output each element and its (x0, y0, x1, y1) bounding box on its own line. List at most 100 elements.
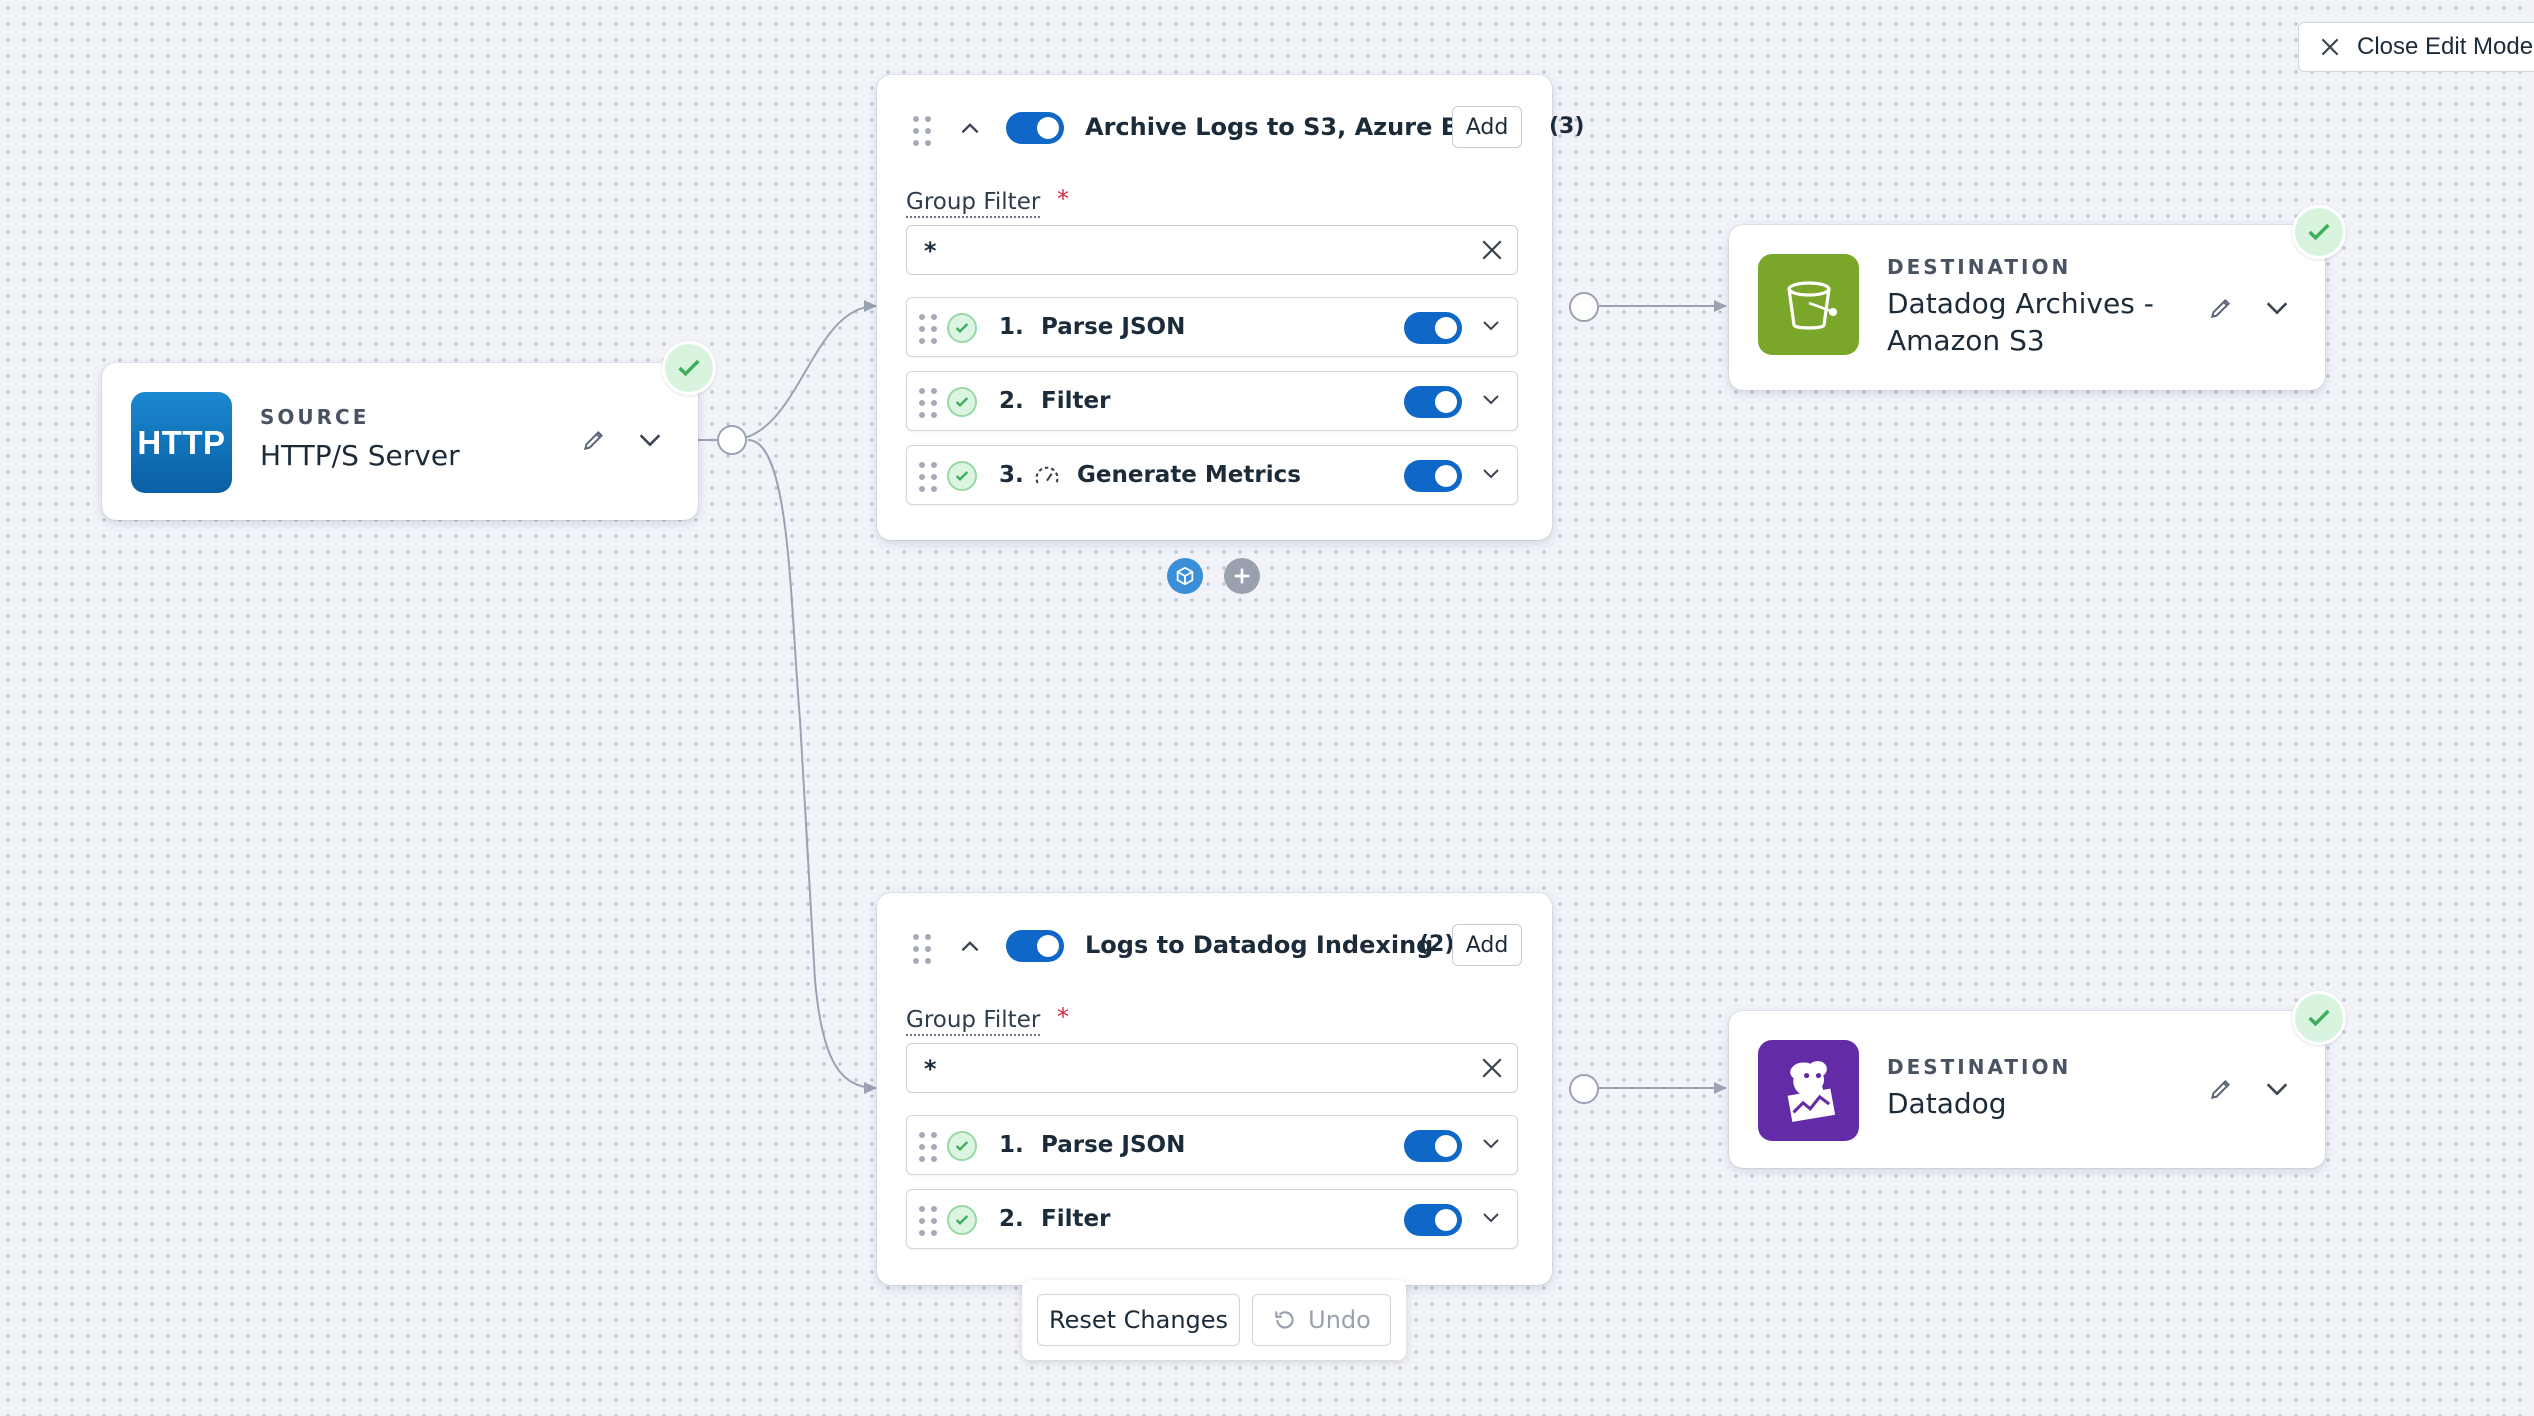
processor-enable-toggle[interactable] (1404, 460, 1462, 492)
processor-expand-button[interactable] (1479, 1131, 1507, 1159)
destination-kind-label: DESTINATION (1887, 255, 2072, 279)
bucket-icon (1786, 280, 1837, 330)
add-package-button[interactable] (1167, 558, 1203, 594)
processor-drag-handle[interactable] (919, 1206, 937, 1236)
processor-enable-toggle[interactable] (1404, 386, 1462, 418)
processor-status-icon (947, 387, 977, 417)
processor-count: (3) (1549, 114, 1585, 139)
destination-name-line1: Datadog Archives - (1887, 287, 2154, 320)
destination-status-badge (2292, 991, 2346, 1045)
check-icon (2308, 223, 2330, 241)
group-datadog-output-port[interactable] (1569, 1074, 1599, 1104)
processor-expand-button[interactable] (1479, 387, 1507, 415)
add-processor-button[interactable]: Add (1452, 924, 1522, 966)
processor-row[interactable]: 2. Filter (906, 371, 1518, 431)
processor-drag-handle[interactable] (919, 1132, 937, 1162)
reset-changes-button[interactable]: Reset Changes (1037, 1294, 1240, 1346)
processor-expand-button[interactable] (1479, 461, 1507, 489)
group-collapse-button[interactable] (957, 115, 987, 145)
pencil-icon (583, 431, 603, 451)
chevron-up-icon (961, 941, 979, 952)
processor-enable-toggle[interactable] (1404, 312, 1462, 344)
destination-kind-label: DESTINATION (1887, 1055, 2072, 1079)
chevron-down-icon (639, 434, 661, 447)
source-node[interactable]: HTTP SOURCE HTTP/S Server (102, 363, 698, 520)
processor-row[interactable]: 1. Parse JSON (906, 297, 1518, 357)
check-icon (955, 323, 969, 333)
processor-group-archive: Archive Logs to S3, Azure Blob o Add (3)… (877, 75, 1584, 540)
group-enable-toggle[interactable] (1006, 112, 1064, 144)
check-icon (955, 397, 969, 407)
chevron-down-icon (2266, 1083, 2288, 1096)
chevron-up-icon (961, 123, 979, 134)
processor-name: Parse JSON (1041, 314, 1186, 340)
processor-drag-handle[interactable] (919, 388, 937, 418)
processor-drag-handle[interactable] (919, 462, 937, 492)
undo-button[interactable]: Undo (1252, 1294, 1391, 1346)
processor-enable-toggle[interactable] (1404, 1204, 1462, 1236)
destination-expand-button[interactable] (2257, 288, 2297, 328)
http-logo: HTTP (131, 392, 232, 493)
changes-action-bar: Reset Changes Undo (1022, 1280, 1406, 1360)
destination-edit-button[interactable] (2201, 1069, 2241, 1109)
processor-number: 1. (999, 1132, 1024, 1158)
add-group-button[interactable] (1224, 558, 1260, 594)
group-archive-output-port[interactable] (1569, 292, 1599, 322)
group-drag-handle[interactable] (913, 934, 931, 964)
check-icon (678, 359, 700, 377)
group-filter-input[interactable]: * (906, 225, 1518, 275)
destination-edit-button[interactable] (2201, 288, 2241, 328)
processor-count: (2) (1419, 932, 1455, 957)
group-drag-handle[interactable] (913, 116, 931, 146)
cube-icon (1176, 566, 1194, 586)
source-output-port[interactable] (717, 425, 747, 455)
destination-expand-button[interactable] (2257, 1069, 2297, 1109)
clear-filter-button[interactable] (1477, 235, 1507, 265)
clear-filter-button[interactable] (1477, 1053, 1507, 1083)
group-filter-label: Group Filter (906, 188, 1041, 218)
pipeline-canvas: HTTP SOURCE HTTP/S Server Archive Logs t… (0, 0, 2534, 1416)
close-icon (2321, 38, 2339, 56)
required-asterisk: * (1057, 185, 1069, 213)
source-status-badge (662, 341, 716, 395)
source-name: HTTP/S Server (260, 439, 460, 472)
required-asterisk: * (1057, 1003, 1069, 1031)
processor-expand-button[interactable] (1479, 313, 1507, 341)
processor-status-icon (947, 461, 977, 491)
processor-row[interactable]: 2. Filter (906, 1189, 1518, 1249)
group-filter-value: * (923, 237, 938, 265)
chevron-down-icon (1483, 321, 1499, 331)
processor-name: Parse JSON (1041, 1132, 1186, 1158)
group-filter-label-text: Group Filter (906, 189, 1041, 215)
add-processor-button[interactable]: Add (1452, 106, 1522, 148)
processor-status-icon (947, 1131, 977, 1161)
pencil-icon (2210, 299, 2230, 319)
check-icon (2308, 1009, 2330, 1027)
processor-row[interactable]: 3. Generate Metrics (906, 445, 1518, 505)
group-enable-toggle[interactable] (1006, 930, 1064, 962)
source-edit-button[interactable] (574, 420, 614, 460)
close-icon (1482, 240, 1502, 260)
processor-row[interactable]: 1. Parse JSON (906, 1115, 1518, 1175)
processor-name: Filter (1041, 388, 1111, 414)
destination-node-datadog[interactable]: DESTINATION Datadog (1729, 1011, 2325, 1168)
datadog-dog-icon (1787, 1060, 1835, 1122)
processor-name: Generate Metrics (1077, 462, 1301, 488)
processor-drag-handle[interactable] (919, 314, 937, 344)
processor-expand-button[interactable] (1479, 1205, 1507, 1233)
close-edit-mode-button[interactable]: Close Edit Mode (2298, 22, 2534, 72)
processor-status-icon (947, 313, 977, 343)
datadog-logo (1758, 1040, 1859, 1141)
chevron-down-icon (2266, 302, 2288, 315)
chevron-down-icon (1483, 1139, 1499, 1149)
destination-name-line2: Amazon S3 (1887, 324, 2045, 357)
group-collapse-button[interactable] (957, 933, 987, 963)
close-edit-mode-label: Close Edit Mode (2357, 33, 2534, 60)
source-expand-button[interactable] (630, 420, 670, 460)
destination-name-line1: Datadog (1887, 1087, 2007, 1120)
processor-enable-toggle[interactable] (1404, 1130, 1462, 1162)
chevron-down-icon (1483, 1213, 1499, 1223)
plus-icon (1234, 568, 1250, 584)
group-filter-input[interactable]: * (906, 1043, 1518, 1093)
destination-node-s3[interactable]: DESTINATION Datadog Archives - Amazon S3 (1729, 225, 2325, 390)
